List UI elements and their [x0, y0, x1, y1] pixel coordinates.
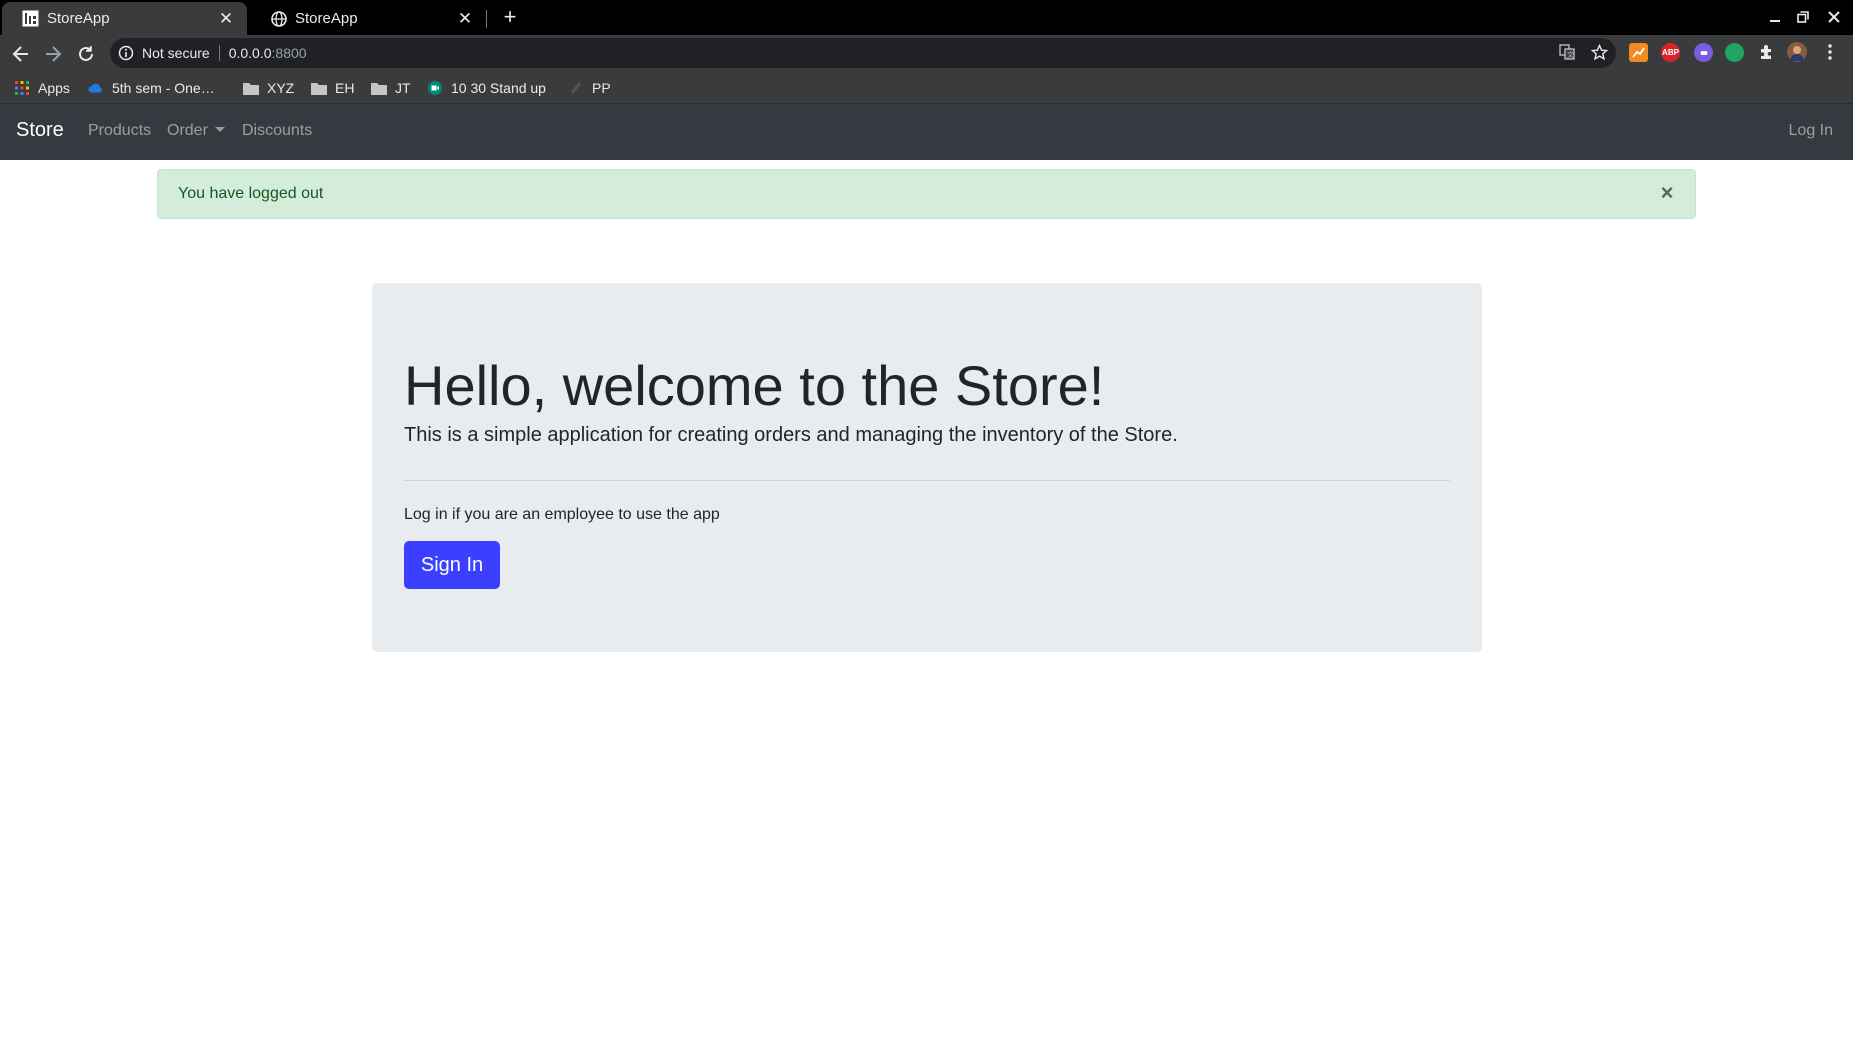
bookmark-label: Apps: [38, 80, 70, 96]
employee-login-hint: Log in if you are an employee to use the…: [404, 506, 720, 523]
bookmark-star-icon[interactable]: [1589, 42, 1609, 62]
url-port: :8800: [271, 45, 307, 61]
folder-icon: [371, 80, 387, 96]
globe-icon: [270, 10, 287, 27]
tab-separator: [486, 10, 487, 28]
caret-down-icon: [214, 127, 225, 132]
translate-icon[interactable]: 文: [1557, 42, 1577, 62]
back-arrow-icon[interactable]: [8, 41, 34, 67]
bookmark-folder-xyz[interactable]: XYZ: [243, 77, 294, 99]
page-viewport: Store Products Order Discounts Log In Yo…: [0, 104, 1853, 1054]
storeapp-favicon-icon: [22, 10, 39, 27]
address-bar[interactable]: Not secure 0.0.0.0:8800: [110, 38, 1616, 68]
new-tab-plus-icon[interactable]: +: [498, 4, 522, 29]
bookmark-5th-sem[interactable]: 5th sem - One…: [88, 77, 215, 99]
page-icon: [568, 80, 584, 96]
welcome-jumbotron: Hello, welcome to the Store! This is a s…: [372, 283, 1482, 652]
close-window-icon[interactable]: [1823, 6, 1845, 28]
abp-label: ABP: [1662, 48, 1679, 57]
bookmark-apps[interactable]: Apps: [14, 77, 70, 99]
logout-alert: You have logged out ×: [157, 169, 1696, 219]
browser-menu-kebab-icon[interactable]: [1820, 42, 1840, 62]
nav-dropdown-order-label: Order: [167, 122, 208, 139]
browser-toolbar: Not secure 0.0.0.0:8800 文 ABP: [0, 35, 1853, 71]
tab-close-icon[interactable]: ✕: [217, 9, 235, 28]
reload-icon[interactable]: [73, 41, 99, 67]
forward-arrow-icon[interactable]: [40, 41, 66, 67]
bookmark-folder-jt[interactable]: JT: [371, 77, 411, 99]
bookmark-pp[interactable]: PP: [568, 77, 611, 99]
folder-icon: [311, 80, 327, 96]
minimize-window-icon[interactable]: [1764, 6, 1786, 28]
bookmark-label: 10 30 Stand up: [451, 80, 546, 96]
address-divider: [218, 45, 220, 61]
onedrive-cloud-icon: [88, 80, 104, 96]
restore-window-icon[interactable]: [1792, 6, 1814, 28]
tab-title: StoreApp: [47, 10, 110, 27]
bookmark-label: PP: [592, 80, 611, 96]
close-icon[interactable]: ×: [1657, 182, 1677, 204]
tab-close-icon[interactable]: ✕: [456, 9, 474, 28]
store-navbar: Store Products Order Discounts Log In: [0, 104, 1853, 160]
bookmark-label: XYZ: [267, 80, 295, 96]
url-host: 0.0.0.0: [228, 45, 272, 61]
nav-link-products[interactable]: Products: [88, 122, 151, 140]
bookmark-label: JT: [395, 80, 411, 96]
tab-storeapp-active[interactable]: StoreApp ✕: [2, 2, 247, 35]
apps-grid-icon: [14, 80, 30, 96]
bookmarks-bar: Apps 5th sem - One… XYZ EH JT 10 30 Stan…: [0, 71, 1853, 104]
nav-link-login[interactable]: Log In: [1789, 122, 1833, 140]
divider: [404, 480, 1450, 481]
profile-avatar-icon[interactable]: [1787, 42, 1807, 62]
tab-storeapp-inactive[interactable]: StoreApp ✕: [250, 2, 486, 35]
welcome-lead: This is a simple application for creatin…: [404, 424, 1178, 446]
svg-text:文: 文: [1567, 50, 1574, 59]
welcome-title: Hello, welcome to the Store!: [404, 354, 1105, 417]
alert-message: You have logged out: [178, 185, 324, 202]
tab-title: StoreApp: [295, 10, 358, 27]
sign-in-button[interactable]: Sign In: [404, 541, 500, 589]
green-extension-icon[interactable]: [1725, 43, 1744, 62]
bookmark-label: 5th sem - One…: [112, 80, 215, 96]
bookmark-folder-eh[interactable]: EH: [311, 77, 354, 99]
bookmark-standup[interactable]: 10 30 Stand up: [427, 77, 546, 99]
info-circle-icon[interactable]: [118, 45, 134, 61]
nav-link-discounts[interactable]: Discounts: [242, 122, 312, 140]
nav-dropdown-order[interactable]: Order: [167, 122, 225, 140]
meet-icon: [427, 80, 443, 96]
adblock-plus-icon[interactable]: ABP: [1661, 43, 1680, 62]
bookmark-label: EH: [335, 80, 355, 96]
folder-icon: [243, 80, 259, 96]
purple-extension-icon[interactable]: [1694, 43, 1713, 62]
browser-tabstrip: StoreApp ✕ StoreApp ✕ +: [0, 0, 1853, 35]
navbar-brand[interactable]: Store: [16, 119, 64, 142]
chart-extension-icon[interactable]: [1629, 43, 1648, 62]
security-label[interactable]: Not secure: [142, 45, 210, 61]
extensions-puzzle-icon[interactable]: [1756, 42, 1776, 62]
